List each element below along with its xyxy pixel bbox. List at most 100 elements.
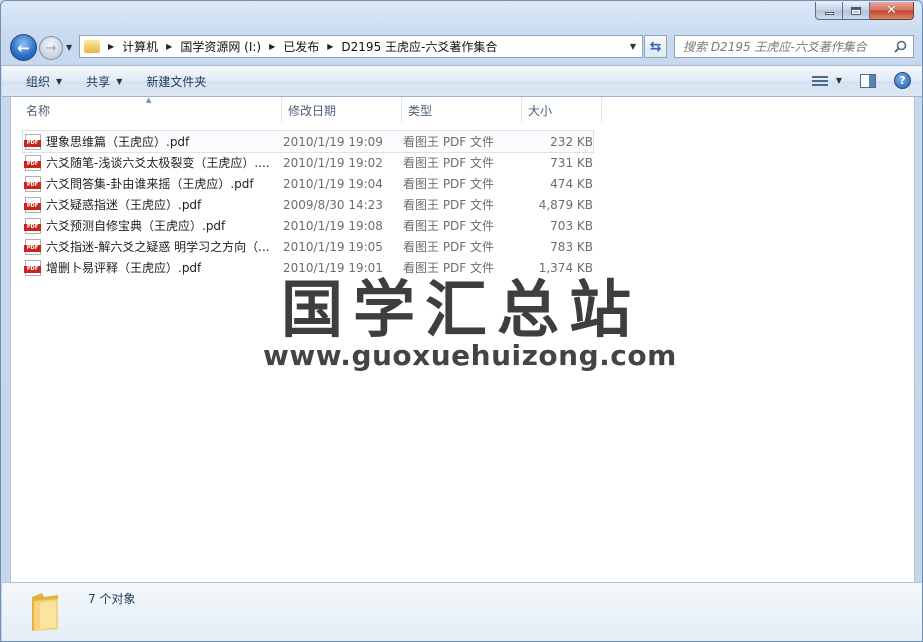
file-name: 六爻预测自修宝典（王虎应）.pdf [46, 219, 226, 233]
pdf-file-icon: PDF [24, 217, 41, 234]
organize-label: 组织 [26, 74, 51, 89]
column-header-type[interactable]: 类型 [402, 97, 522, 123]
table-row[interactable]: PDF 六爻問答集-卦由谁来摇（王虎应）.pdf 2010/1/19 19:04 … [23, 173, 593, 194]
breadcrumb-current-folder[interactable]: D2195 王虎应-六爻著作集合 [341, 38, 497, 55]
forward-button[interactable]: → [39, 36, 63, 60]
file-name-cell: PDF 六爻問答集-卦由谁来摇（王虎应）.pdf [23, 175, 283, 192]
organize-menu[interactable]: 组织 ▼ [26, 73, 62, 90]
file-name-cell: PDF 六爻随笔-浅谈六爻太极裂变（王虎应）.... [23, 154, 283, 171]
details-pane: 7 个对象 [2, 582, 922, 641]
file-size: 703 KB [550, 218, 593, 233]
file-size: 474 KB [550, 176, 593, 191]
chevron-down-icon: ▼ [56, 76, 63, 86]
breadcrumb-published[interactable]: 已发布 [283, 38, 319, 55]
file-rows: PDF 理象思维篇（王虎应）.pdf 2010/1/19 19:09 看图王 PD… [22, 130, 594, 278]
column-header-size[interactable]: 大小 [522, 97, 602, 123]
file-size: 232 KB [550, 134, 593, 149]
pdf-icon-label: PDF [24, 160, 41, 168]
table-row[interactable]: PDF 六爻预测自修宝典（王虎应）.pdf 2010/1/19 19:08 看图王… [23, 215, 593, 236]
sort-ascending-icon: ▲ [146, 97, 152, 104]
view-options-icon[interactable] [811, 75, 828, 87]
close-icon: ✕ [886, 3, 897, 18]
pdf-icon-label: PDF [24, 244, 41, 252]
chevron-right-icon[interactable]: ▶ [269, 42, 275, 51]
file-name: 六爻指迷-解六爻之疑惑 明学习之方向（... [46, 240, 270, 254]
column-header-type-label: 类型 [408, 103, 433, 118]
table-row[interactable]: PDF 理象思维篇（王虎应）.pdf 2010/1/19 19:09 看图王 PD… [22, 130, 594, 153]
column-header-name[interactable]: ▲ 名称 [11, 97, 282, 123]
refresh-icon: ⇆ [649, 38, 662, 55]
pdf-file-icon: PDF [24, 133, 41, 150]
file-type: 看图王 PDF 文件 [403, 240, 495, 254]
pdf-file-icon: PDF [24, 175, 41, 192]
table-row[interactable]: PDF 六爻疑惑指迷（王虎应）.pdf 2009/8/30 14:23 看图王 P… [23, 194, 593, 215]
file-size: 4,879 KB [538, 197, 593, 212]
chevron-right-icon[interactable]: ▶ [166, 42, 172, 51]
file-name-cell: PDF 六爻预测自修宝典（王虎应）.pdf [23, 217, 283, 234]
explorer-window: ✕ ← → ▼ ▶ 计算机 ▶ 国学资源网 (I:) ▶ 已发布 ▶ D2195… [0, 0, 923, 642]
file-size: 783 KB [550, 239, 593, 254]
file-type: 看图王 PDF 文件 [403, 219, 495, 233]
search-input[interactable] [683, 39, 883, 54]
chevron-right-icon[interactable]: ▶ [108, 42, 114, 51]
folder-icon [84, 40, 100, 53]
close-button[interactable]: ✕ [870, 2, 914, 20]
address-bar[interactable]: ▶ 计算机 ▶ 国学资源网 (I:) ▶ 已发布 ▶ D2195 王虎应-六爻著… [79, 35, 643, 58]
file-date: 2009/8/30 14:23 [283, 197, 383, 212]
item-count: 7 个对象 [88, 592, 136, 606]
new-folder-button[interactable]: 新建文件夹 [146, 73, 206, 90]
search-icon[interactable] [894, 40, 907, 53]
share-menu[interactable]: 共享 ▼ [86, 73, 122, 90]
minimize-icon [824, 12, 834, 15]
pdf-icon-label: PDF [24, 265, 41, 273]
watermark-title: 国学汇总站 [281, 273, 642, 346]
column-header-name-label: 名称 [26, 103, 51, 118]
pdf-icon-label: PDF [24, 202, 41, 210]
folder-icon [32, 593, 58, 631]
arrow-right-icon: → [45, 40, 57, 56]
column-header-size-label: 大小 [528, 103, 553, 118]
recent-pages-dropdown[interactable]: ▼ [66, 43, 72, 52]
address-history-dropdown[interactable]: ▼ [630, 42, 636, 51]
arrow-left-icon: ← [17, 38, 30, 57]
file-date: 2010/1/19 19:02 [283, 155, 383, 170]
file-name-cell: PDF 理象思维篇（王虎应）.pdf [23, 133, 283, 150]
pdf-icon-label: PDF [24, 181, 41, 189]
view-controls: ▼ ? [811, 72, 911, 89]
table-row[interactable]: PDF 六爻随笔-浅谈六爻太极裂变（王虎应）.... 2010/1/19 19:0… [23, 152, 593, 173]
breadcrumb-computer[interactable]: 计算机 [122, 38, 158, 55]
column-header-date-label: 修改日期 [288, 103, 337, 118]
file-type: 看图王 PDF 文件 [403, 135, 495, 149]
chevron-down-icon: ▼ [116, 76, 123, 86]
file-name-cell: PDF 六爻指迷-解六爻之疑惑 明学习之方向（... [23, 238, 283, 255]
pdf-icon-label: PDF [24, 223, 41, 231]
file-size: 731 KB [550, 155, 593, 170]
column-headers: ▲ 名称 修改日期 类型 大小 [11, 97, 914, 123]
search-box[interactable] [674, 35, 914, 58]
file-name-cell: PDF 增删卜易评释（王虎应）.pdf [23, 259, 283, 276]
file-name-cell: PDF 六爻疑惑指迷（王虎应）.pdf [23, 196, 283, 213]
preview-pane-icon[interactable] [860, 73, 876, 88]
back-button[interactable]: ← [10, 34, 37, 61]
watermark-url: www.guoxuehuizong.com [263, 339, 677, 372]
file-date: 2010/1/19 19:04 [283, 176, 383, 191]
pdf-file-icon: PDF [24, 259, 41, 276]
view-options-dropdown[interactable]: ▼ [836, 76, 842, 85]
file-name: 理象思维篇（王虎应）.pdf [46, 135, 190, 149]
file-date: 2010/1/19 19:09 [283, 134, 383, 149]
breadcrumb-drive[interactable]: 国学资源网 (I:) [180, 38, 261, 55]
help-icon[interactable]: ? [894, 72, 911, 89]
maximize-icon [851, 6, 861, 15]
refresh-button[interactable]: ⇆ [644, 35, 667, 58]
chevron-right-icon[interactable]: ▶ [327, 42, 333, 51]
column-header-date[interactable]: 修改日期 [282, 97, 402, 123]
share-label: 共享 [86, 74, 111, 89]
pdf-file-icon: PDF [24, 238, 41, 255]
table-row[interactable]: PDF 六爻指迷-解六爻之疑惑 明学习之方向（... 2010/1/19 19:0… [23, 236, 593, 257]
pdf-file-icon: PDF [24, 154, 41, 171]
maximize-button[interactable] [843, 2, 870, 20]
new-folder-label: 新建文件夹 [146, 74, 207, 89]
file-type: 看图王 PDF 文件 [403, 177, 495, 191]
minimize-button[interactable] [815, 2, 843, 20]
file-date: 2010/1/19 19:08 [283, 218, 383, 233]
